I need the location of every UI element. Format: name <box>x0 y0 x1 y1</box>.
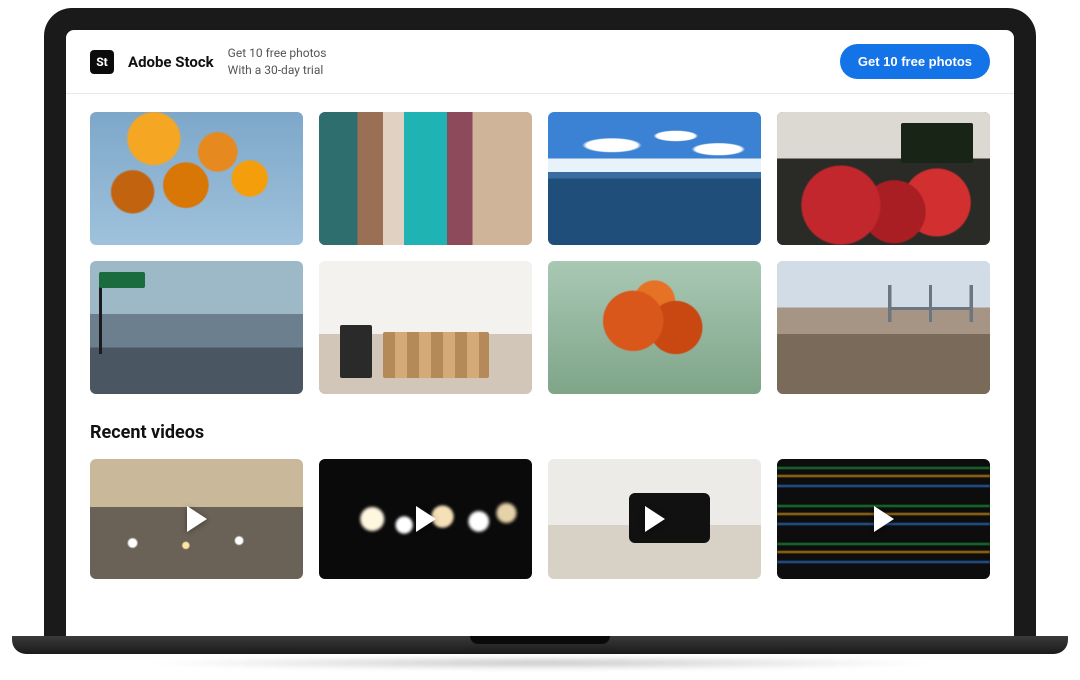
photo-bg <box>90 261 303 394</box>
photo-thumb-autumn-leaves[interactable] <box>90 112 303 245</box>
photo-thumb-fall-tree[interactable] <box>548 261 761 394</box>
play-icon <box>187 506 207 532</box>
photo-bg <box>777 112 990 245</box>
photo-thumb-ocean-skyline[interactable] <box>548 112 761 245</box>
photo-thumb-coffee-bar[interactable] <box>319 261 532 394</box>
video-thumb-city-traffic[interactable] <box>90 459 303 579</box>
video-thumb-code-screen[interactable] <box>777 459 990 579</box>
laptop-notch <box>470 636 610 644</box>
content-area: Recent videos <box>66 94 1014 579</box>
play-icon <box>874 506 894 532</box>
play-icon <box>645 506 665 532</box>
play-icon <box>416 506 436 532</box>
photo-bg <box>90 112 303 245</box>
get-free-photos-button[interactable]: Get 10 free photos <box>840 44 990 79</box>
laptop-frame: St Adobe Stock Get 10 free photos With a… <box>44 8 1036 636</box>
screen: St Adobe Stock Get 10 free photos With a… <box>66 30 1014 636</box>
photo-bg <box>548 112 761 245</box>
promo-text: Get 10 free photos With a 30-day trial <box>228 45 327 77</box>
recent-videos-heading: Recent videos <box>90 422 990 443</box>
promo-line-2: With a 30-day trial <box>228 62 327 78</box>
photo-bg <box>777 261 990 394</box>
promo-bar: St Adobe Stock Get 10 free photos With a… <box>66 30 1014 94</box>
photo-grid <box>90 112 990 394</box>
video-thumb-bokeh-lights[interactable] <box>319 459 532 579</box>
video-grid <box>90 459 990 579</box>
photo-thumb-market-tomatoes[interactable] <box>777 112 990 245</box>
photo-bg <box>319 261 532 394</box>
brand-name: Adobe Stock <box>128 53 214 71</box>
promo-line-1: Get 10 free photos <box>228 45 327 61</box>
photo-thumb-brooklyn-street[interactable] <box>90 261 303 394</box>
video-thumb-dslr-camera[interactable] <box>548 459 761 579</box>
photo-thumb-bridge-cityscape[interactable] <box>777 261 990 394</box>
laptop-shadow <box>140 656 940 670</box>
photo-bg <box>319 112 532 245</box>
brand-badge: St <box>90 50 114 74</box>
photo-bg <box>548 261 761 394</box>
photo-thumb-clothes-rack[interactable] <box>319 112 532 245</box>
